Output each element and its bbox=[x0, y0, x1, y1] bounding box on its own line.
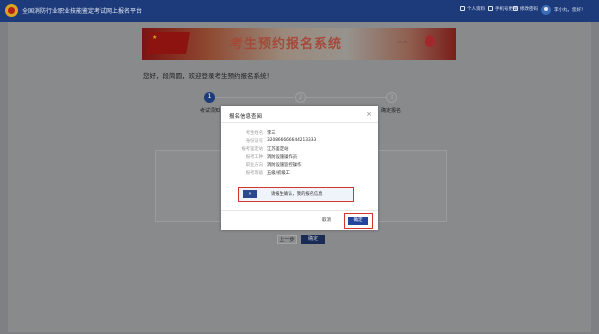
step-connector bbox=[306, 97, 386, 98]
info-row-direction: 职业方向 消防设施监控操作 bbox=[245, 163, 302, 168]
notice-text: 请报生确认，我的报名信息 bbox=[271, 192, 323, 197]
phone-icon bbox=[488, 6, 493, 11]
info-row-job-type: 报考工种 消防设施操作员 bbox=[245, 155, 298, 160]
info-row-name: 考生姓名 李三 bbox=[245, 131, 276, 136]
ok-button[interactable]: 确定 bbox=[348, 217, 368, 225]
step-1-indicator: 1 bbox=[204, 92, 215, 103]
step-connector bbox=[214, 97, 294, 98]
step-1-label: 考试须知 bbox=[200, 108, 221, 114]
confirmation-notice: » 请报生确认，我的报名信息 bbox=[238, 187, 354, 202]
star-icon: ★ bbox=[152, 34, 158, 41]
change-password-link[interactable]: 修改密码 bbox=[513, 6, 538, 12]
banner-title: 考生预约报名系统 bbox=[230, 37, 343, 52]
profile-link[interactable]: 个人资料 bbox=[460, 6, 485, 12]
avatar[interactable] bbox=[541, 5, 551, 15]
divider bbox=[221, 122, 378, 123]
top-navigation-bar: 全国消防行业职业技能鉴定考试网上报名平台 个人资料 手机号更换 修改密码 李小丸… bbox=[0, 0, 599, 22]
user-menu[interactable]: 李小丸，您好！ bbox=[554, 7, 586, 13]
birds-icon: ⌒ ⌒ bbox=[398, 41, 408, 46]
info-row-id-number: 身份证号 320866666644213333 bbox=[245, 138, 317, 144]
step-3-label: 确定报名 bbox=[381, 108, 402, 114]
step-3-indicator: 3 bbox=[386, 92, 397, 103]
dialog-title: 报名信息查阅 bbox=[229, 114, 263, 120]
confirm-step-button[interactable]: 确定 bbox=[301, 235, 325, 244]
close-icon[interactable]: × bbox=[366, 110, 372, 118]
user-icon bbox=[460, 6, 465, 11]
welcome-message: 您好，段简圆，欢迎登录考生预约报名系统！ bbox=[143, 72, 273, 80]
site-title: 全国消防行业职业技能鉴定考试网上报名平台 bbox=[22, 8, 143, 15]
previous-step-button[interactable]: 上一步 bbox=[277, 235, 297, 244]
cancel-button[interactable]: 取消 bbox=[319, 217, 334, 225]
info-row-level: 报考等级 五级/初级工 bbox=[245, 171, 290, 176]
double-chevron-icon: » bbox=[243, 190, 257, 198]
info-row-station: 报考鉴定站 江苏鉴定站 bbox=[241, 147, 289, 152]
divider bbox=[221, 210, 378, 211]
step-2-indicator: 2 bbox=[295, 92, 306, 103]
emblem-icon bbox=[5, 4, 18, 17]
lock-icon bbox=[513, 6, 518, 11]
balloon-icon bbox=[425, 35, 435, 47]
ok-button-highlight: 确定 bbox=[344, 213, 373, 229]
registration-info-dialog: 报名信息查阅 × 考生姓名 李三 身份证号 320866666644213333… bbox=[221, 106, 378, 230]
